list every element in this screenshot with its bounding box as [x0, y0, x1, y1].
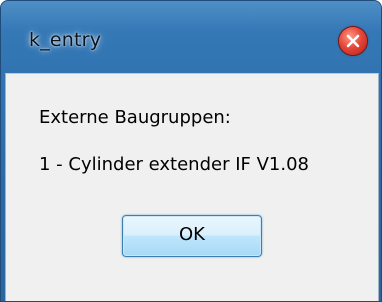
ok-button-label: OK [179, 224, 205, 245]
title-bar[interactable]: k_entry [1, 1, 381, 73]
ok-button[interactable]: OK [122, 215, 262, 257]
dialog-window: k_entry Externe Baugruppen: 1 - Cylinder… [0, 0, 382, 302]
message-heading: Externe Baugruppen: [39, 107, 231, 128]
dialog-content: Externe Baugruppen: 1 - Cylinder extende… [5, 73, 379, 301]
close-icon [346, 34, 360, 48]
message-item: 1 - Cylinder extender IF V1.08 [39, 154, 309, 175]
window-title: k_entry [29, 29, 102, 51]
close-button[interactable] [339, 27, 367, 55]
